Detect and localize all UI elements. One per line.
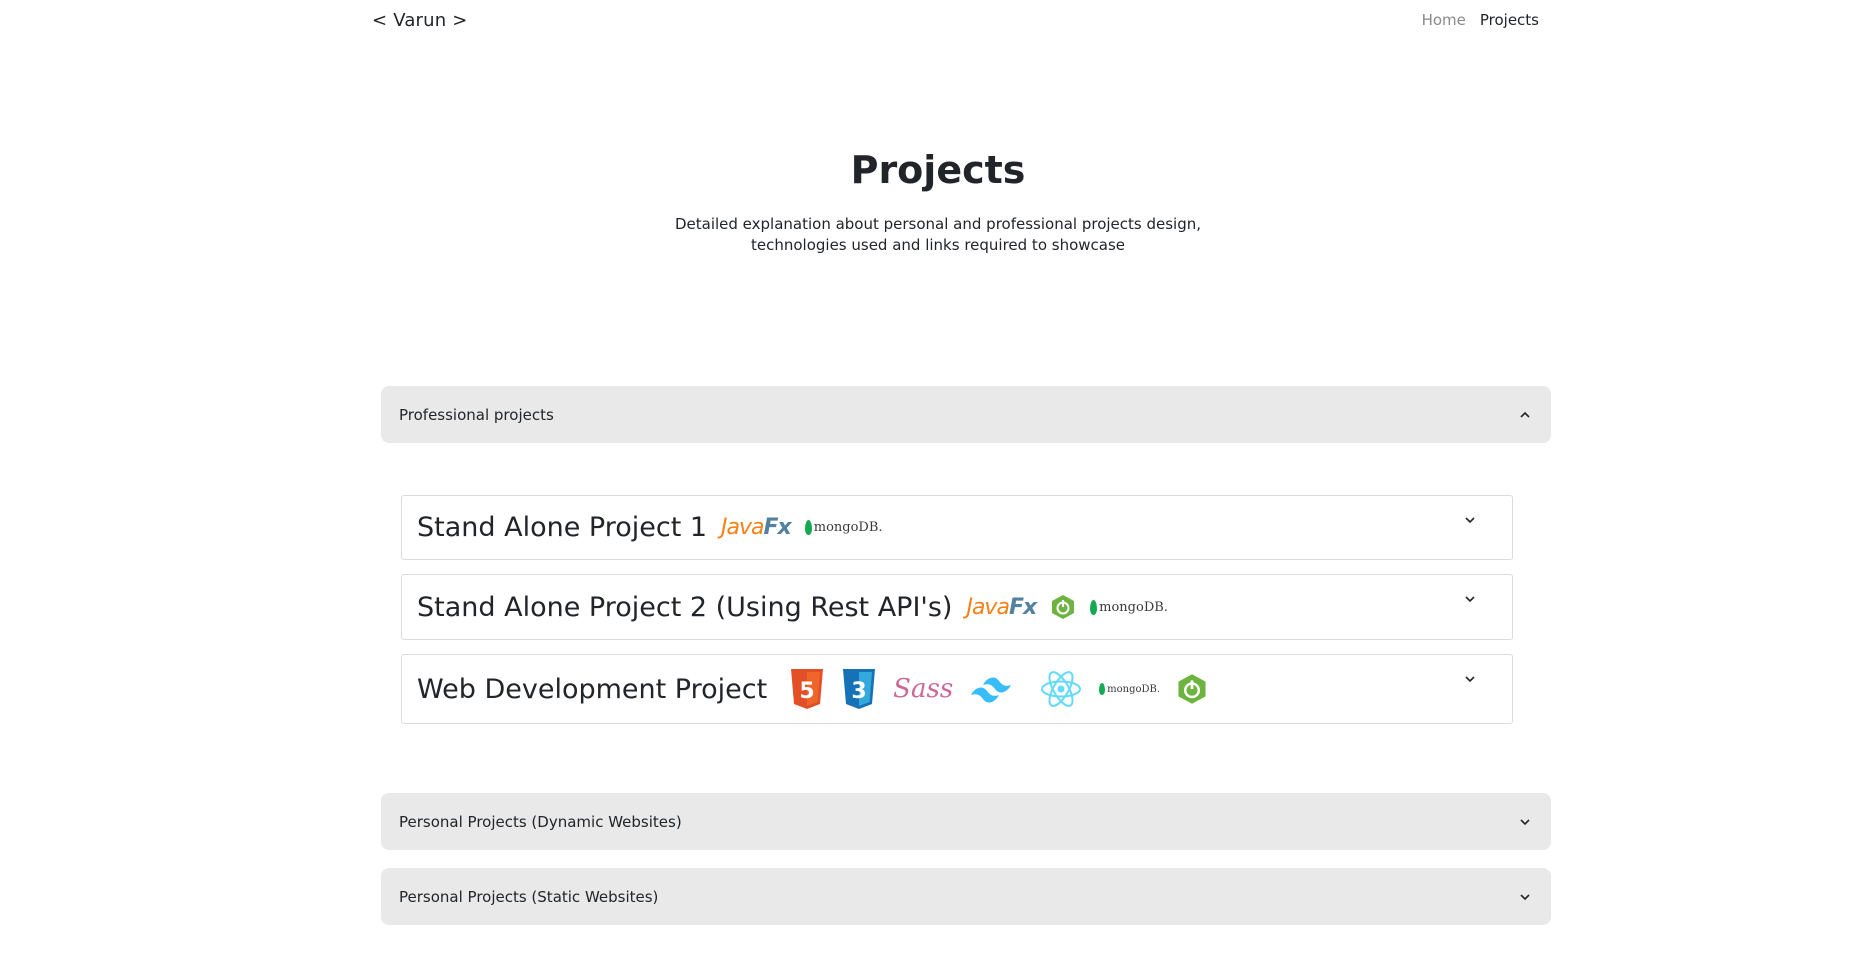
nav-link-home[interactable]: Home xyxy=(1422,11,1466,29)
javafx-logo: Java Fx xyxy=(966,594,1037,620)
accordion-label: Personal Projects (Dynamic Websites) xyxy=(399,812,682,831)
brand-logo-link[interactable]: < Varun > xyxy=(372,10,468,31)
chevron-down-icon xyxy=(1464,593,1476,605)
accordion-label: Personal Projects (Static Websites) xyxy=(399,887,659,906)
accordion-header-professional-projects[interactable]: Professional projects xyxy=(381,386,1551,443)
sass-logo: Sass xyxy=(893,674,954,704)
svg-text:5: 5 xyxy=(800,679,815,704)
accordion-personal-static: Personal Projects (Static Websites) xyxy=(381,868,1551,925)
accordion-professional-projects: Professional projects xyxy=(381,386,1551,443)
accordion-personal-dynamic: Personal Projects (Dynamic Websites) xyxy=(381,793,1551,850)
project-item-stand-alone-1[interactable]: Stand Alone Project 1 Java Fx mongoDB. xyxy=(401,495,1513,560)
accordion-header-personal-static[interactable]: Personal Projects (Static Websites) xyxy=(381,868,1551,925)
nav-links: Home Projects xyxy=(1422,11,1539,29)
hero-section: Projects Detailed explanation about pers… xyxy=(0,148,1876,256)
chevron-down-icon xyxy=(1519,816,1531,828)
accordion-header-personal-dynamic[interactable]: Personal Projects (Dynamic Websites) xyxy=(381,793,1551,850)
page-title: Projects xyxy=(850,148,1026,192)
mongodb-logo: mongoDB. xyxy=(804,520,883,535)
mongodb-logo: mongoDB. xyxy=(1099,683,1160,695)
subtitle-line-2: technologies used and links required to … xyxy=(750,236,1126,254)
project-title: Web Development Project xyxy=(417,673,768,705)
project-title: Stand Alone Project 2 (Using Rest API's) xyxy=(417,591,953,623)
tech-icons: Java Fx mongoDB. xyxy=(721,515,883,540)
nav-link-projects[interactable]: Projects xyxy=(1480,11,1539,29)
project-item-web-development[interactable]: Web Development Project 5 3 Sass mongoDB… xyxy=(401,654,1513,724)
chevron-down-icon xyxy=(1519,891,1531,903)
subtitle-line-1: Detailed explanation about personal and … xyxy=(674,215,1202,233)
html5-logo: 5 xyxy=(789,668,825,710)
top-navbar: < Varun > Home Projects xyxy=(0,0,1876,44)
chevron-down-icon xyxy=(1464,514,1476,526)
react-logo xyxy=(1039,668,1083,710)
javafx-logo: Java Fx xyxy=(721,515,792,540)
chevron-up-icon xyxy=(1519,409,1531,421)
accordion-label: Professional projects xyxy=(399,405,554,424)
css3-logo: 3 xyxy=(841,668,877,710)
tailwind-logo xyxy=(969,673,1023,705)
project-item-stand-alone-2[interactable]: Stand Alone Project 2 (Using Rest API's)… xyxy=(401,574,1513,640)
spring-boot-logo xyxy=(1176,673,1208,705)
tech-icons: 5 3 Sass mongoDB. xyxy=(789,668,1208,710)
page-subtitle: Detailed explanation about personal and … xyxy=(658,214,1218,256)
project-title: Stand Alone Project 1 xyxy=(417,512,708,543)
tech-icons: Java Fx mongoDB. xyxy=(966,594,1168,620)
mongodb-logo: mongoDB. xyxy=(1090,599,1168,615)
chevron-down-icon xyxy=(1464,673,1476,685)
svg-text:3: 3 xyxy=(852,679,867,704)
spring-boot-logo xyxy=(1050,594,1076,620)
